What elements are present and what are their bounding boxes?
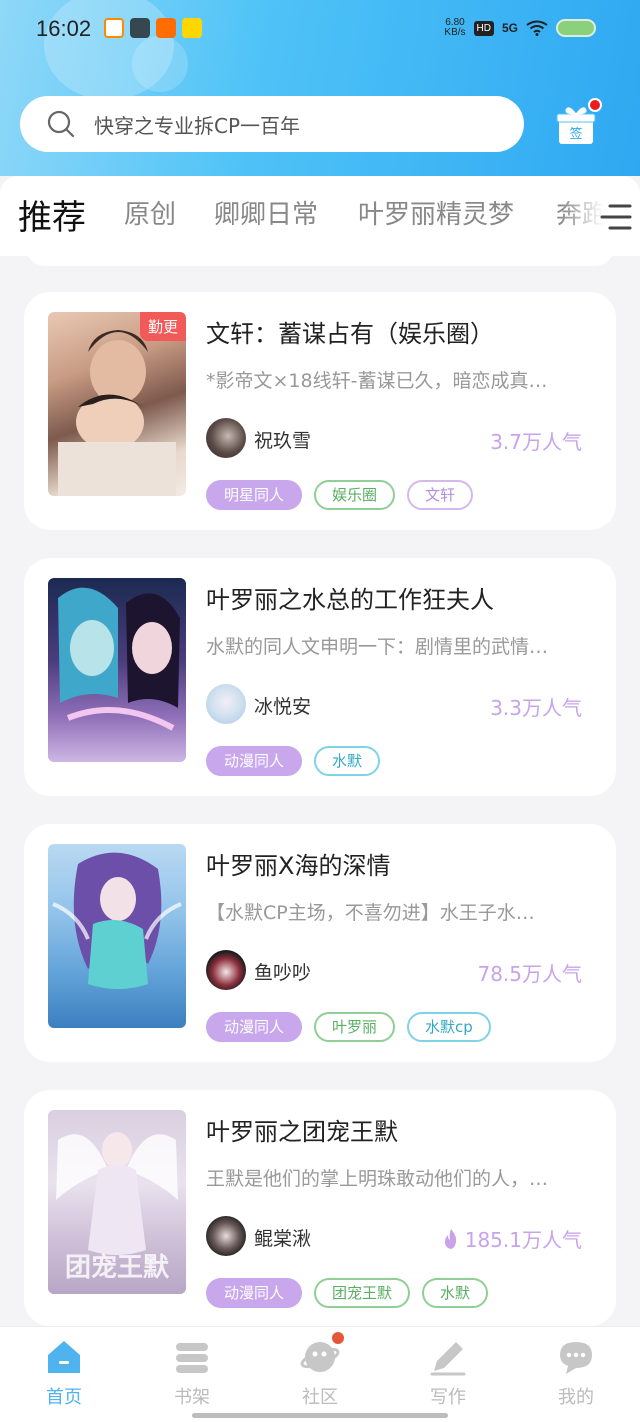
tag[interactable]: 动漫同人 xyxy=(206,1012,303,1042)
cover-art xyxy=(52,852,182,989)
author-avatar[interactable] xyxy=(206,418,246,458)
net-speed: 6.80 KB/s xyxy=(444,18,465,38)
book-description: 王默是他们的掌上明珠敢动他们的人，… xyxy=(206,1168,549,1190)
menu-icon[interactable] xyxy=(600,202,632,232)
book-card[interactable]: 叶罗丽之水总的工作狂夫人 水默的同人文申明一下：剧情里的武情… 冰悦安 3.3万… xyxy=(24,558,616,796)
book-title[interactable]: 叶罗丽之团宠王默 xyxy=(206,1112,398,1147)
tab-qingqing-daily[interactable]: 卿卿日常 xyxy=(214,194,318,231)
author-name[interactable]: 祝玖雪 xyxy=(254,426,311,453)
tag[interactable]: 动漫同人 xyxy=(206,1278,303,1308)
community-notification-dot xyxy=(330,1330,346,1346)
nav-home[interactable]: 首页 xyxy=(14,1337,114,1409)
pen-icon xyxy=(430,1342,466,1376)
nav-bookshelf[interactable]: 书架 xyxy=(142,1337,242,1409)
app-notification-icon xyxy=(130,18,150,38)
chat-bubble-icon xyxy=(560,1342,592,1374)
tag[interactable]: 水默 xyxy=(422,1278,489,1308)
tag[interactable]: 叶罗丽 xyxy=(314,1012,396,1042)
bookshelf-icon xyxy=(176,1343,208,1373)
weibo-icon xyxy=(182,18,202,38)
nav-write[interactable]: 写作 xyxy=(398,1337,498,1409)
system-icons: 6.80 KB/s HD 5G xyxy=(444,18,596,38)
tag[interactable]: 明星同人 xyxy=(206,480,303,510)
tag[interactable]: 动漫同人 xyxy=(206,746,303,776)
update-badge: 勤更 xyxy=(139,312,186,341)
popularity-count: 3.3万人气 xyxy=(490,696,582,720)
nav-label: 社区 xyxy=(302,1387,338,1408)
status-time: 16:02 xyxy=(36,16,92,41)
nav-label: 我的 xyxy=(558,1387,594,1408)
tag[interactable]: 文轩 xyxy=(407,480,474,510)
search-icon xyxy=(47,110,75,138)
popularity-value: 185.1万人气 xyxy=(464,1228,582,1252)
search-bar[interactable]: 快穿之专业拆CP一百年 xyxy=(20,96,524,152)
author-name[interactable]: 鲲棠湫 xyxy=(254,1224,311,1251)
cover-art xyxy=(58,587,180,731)
tag[interactable]: 水默 xyxy=(314,746,381,776)
book-title[interactable]: 叶罗丽X海的深情 xyxy=(206,846,390,881)
tab-recommend[interactable]: 推荐 xyxy=(18,190,86,239)
book-description: 【水默CP主场，不喜勿进】水王子水… xyxy=(206,902,535,924)
nav-label: 首页 xyxy=(46,1387,82,1408)
net-speed-unit: KB/s xyxy=(444,27,466,38)
book-title[interactable]: 叶罗丽之水总的工作狂夫人 xyxy=(206,580,494,615)
hd-icon: HD xyxy=(473,20,494,36)
nav-label: 写作 xyxy=(430,1387,466,1408)
previous-card-edge xyxy=(24,236,616,266)
author-avatar[interactable] xyxy=(206,950,246,990)
tab-original[interactable]: 原创 xyxy=(124,194,176,231)
nav-label: 书架 xyxy=(174,1387,210,1408)
tag[interactable]: 水默cp xyxy=(407,1012,491,1042)
author-avatar[interactable] xyxy=(206,684,246,724)
tag-list: 明星同人 娱乐圈 文轩 xyxy=(206,480,474,510)
book-cover: 勤更 xyxy=(48,312,186,496)
book-card[interactable]: 团宠王默 叶罗丽之团宠王默 王默是他们的掌上明珠敢动他们的人，… 鲲棠湫 185… xyxy=(24,1090,616,1326)
home-icon xyxy=(48,1341,80,1373)
author-avatar[interactable] xyxy=(206,1216,246,1256)
app-notification-icon xyxy=(104,18,124,38)
notification-dot xyxy=(588,98,602,112)
tag[interactable]: 团宠王默 xyxy=(314,1278,411,1308)
book-cover: 团宠王默 xyxy=(48,1110,186,1294)
tab-yeluoli[interactable]: 叶罗丽精灵梦 xyxy=(358,194,514,231)
nav-community[interactable]: 社区 xyxy=(270,1337,370,1409)
home-indicator[interactable] xyxy=(192,1413,448,1418)
app-notification-icon xyxy=(156,18,176,38)
signal-icon: 5G xyxy=(501,21,518,35)
tag-list: 动漫同人 叶罗丽 水默cp xyxy=(206,1012,491,1042)
book-description: 水默的同人文申明一下：剧情里的武情… xyxy=(206,636,549,658)
author-name[interactable]: 鱼吵吵 xyxy=(254,958,311,985)
popularity-count: 3.7万人气 xyxy=(490,430,582,454)
wifi-icon xyxy=(526,20,548,36)
battery-icon xyxy=(556,19,596,37)
tag-list: 动漫同人 水默 xyxy=(206,746,381,776)
book-cover xyxy=(48,578,186,762)
gift-label: 签 xyxy=(569,126,582,142)
cover-title-art: 团宠王默 xyxy=(64,1253,169,1283)
bottom-navigation: 首页 书架 社区 写作 我的 xyxy=(0,1326,640,1422)
book-title[interactable]: 文轩：蓄谋占有（娱乐圈） xyxy=(206,314,494,349)
fire-icon xyxy=(444,1228,456,1249)
book-card[interactable]: 叶罗丽X海的深情 【水默CP主场，不喜勿进】水王子水… 鱼吵吵 78.5万人气 … xyxy=(24,824,616,1062)
book-cover xyxy=(48,844,186,1028)
popularity-count: 78.5万人气 xyxy=(477,962,582,986)
search-placeholder: 快穿之专业拆CP一百年 xyxy=(94,113,301,138)
popularity-count: 185.1万人气 xyxy=(441,1224,582,1253)
notification-icons xyxy=(104,18,202,38)
author-name[interactable]: 冰悦安 xyxy=(254,692,311,719)
tag-list: 动漫同人 团宠王默 水默 xyxy=(206,1278,489,1308)
book-card[interactable]: 勤更 文轩：蓄谋占有（娱乐圈） *影帝文×18线轩-蓄谋已久，暗恋成真… 祝玖雪… xyxy=(24,292,616,530)
book-description: *影帝文×18线轩-蓄谋已久，暗恋成真… xyxy=(206,370,548,392)
status-bar: 16:02 6.80 KB/s HD 5G xyxy=(0,0,640,60)
tag[interactable]: 娱乐圈 xyxy=(314,480,396,510)
nav-profile[interactable]: 我的 xyxy=(526,1337,626,1409)
